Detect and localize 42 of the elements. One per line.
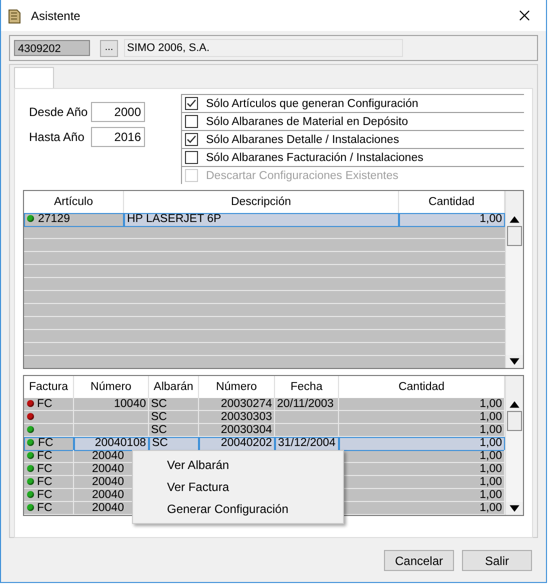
dialog-button[interactable]: Salir [462,550,532,571]
year-field[interactable]: 2000 [91,102,145,122]
year-label: Hasta Año [29,130,86,144]
customer-name-field[interactable]: SIMO 2006, S.A. [124,39,403,57]
table-cell: 20030304 [199,424,275,436]
table-cell: 20030274 [199,398,275,410]
scrollbar[interactable] [505,376,523,515]
dialog-button[interactable]: Cancelar [384,550,454,571]
year-field[interactable]: 2016 [91,127,145,147]
table-cell: 20/11/2003 [275,398,339,410]
checkbox[interactable] [185,97,198,110]
table-cell: 20040202 [199,437,275,451]
table-cell: HP LASERJET 6P [124,213,399,227]
year-label: Desde Año [29,105,89,119]
option-label: Descartar Configuraciones Existentes [206,170,398,182]
customer-code-field[interactable]: 4309202 [14,40,90,56]
checkbox[interactable] [185,115,198,128]
table-cell: SC [149,437,199,451]
table-cell: 1,00 [399,213,505,227]
table-cell: 31/12/2004 [275,437,339,451]
option-label: Sólo Albaranes de Material en Depósito [206,116,408,128]
scroll-thumb[interactable] [507,226,522,246]
table-cell: 20040108 [74,437,149,451]
window-title: Asistente [31,8,82,22]
table-cell: 1,00 [339,437,505,451]
table-cell: SC [149,411,199,423]
option-label: Sólo Albaranes Facturación / Instalaciones [206,152,424,164]
scrollbar[interactable] [505,191,523,368]
table-cell: SC [149,424,199,436]
table-cell: 27129 [24,213,124,227]
table-cell: 20030303 [199,411,275,423]
option-label: Sólo Albaranes Detalle / Instalaciones [206,134,400,146]
book-icon [7,8,23,24]
checkbox[interactable] [185,151,198,164]
table-cell: SC [149,398,199,410]
table-cell: 10040 [74,398,149,410]
close-icon[interactable] [519,10,530,21]
scroll-thumb[interactable] [507,411,522,431]
option-label: Sólo Artículos que generan Configuración [206,98,418,110]
table-cell: FC [24,437,74,451]
checkbox[interactable] [185,133,198,146]
lookup-button[interactable]: ... [100,40,118,56]
